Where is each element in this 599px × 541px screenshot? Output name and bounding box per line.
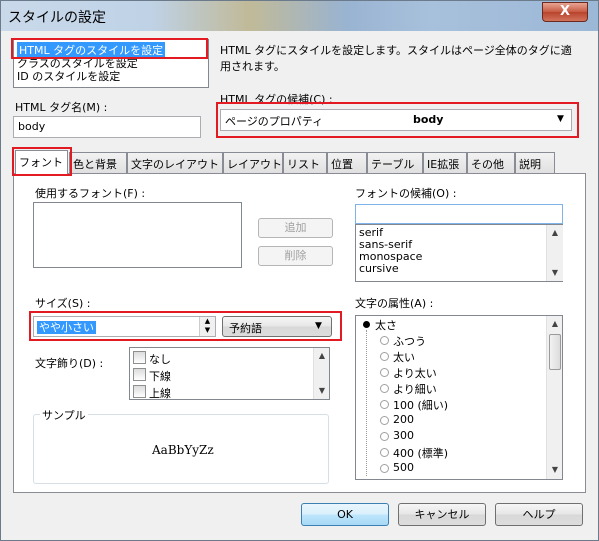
tab-font[interactable]: フォント bbox=[15, 150, 68, 174]
size-value: やや小さい bbox=[37, 321, 96, 334]
attribute-item[interactable]: 200 bbox=[393, 413, 414, 426]
size-label: サイズ(S) : bbox=[35, 297, 91, 310]
font-candidates-label: フォントの候補(O) : bbox=[355, 187, 457, 200]
radio-icon[interactable] bbox=[380, 352, 389, 361]
sample-text: AaBbYyZz bbox=[152, 443, 214, 457]
add-font-button[interactable]: 追加 bbox=[258, 218, 333, 238]
scroll-down-icon[interactable]: ▼ bbox=[314, 383, 329, 399]
font-candidate-item[interactable]: cursive bbox=[359, 262, 399, 275]
used-font-label: 使用するフォント(F) : bbox=[35, 187, 146, 200]
font-candidates-scrollbar[interactable]: ▲ ▼ bbox=[546, 225, 563, 281]
radio-icon[interactable] bbox=[380, 336, 389, 345]
decoration-checkbox[interactable] bbox=[133, 385, 146, 398]
size-spinner[interactable]: ▲ ▼ bbox=[199, 317, 215, 336]
scroll-up-icon[interactable]: ▲ bbox=[547, 225, 563, 241]
attribute-item[interactable]: 太い bbox=[393, 349, 415, 365]
decoration-checkbox[interactable] bbox=[133, 351, 146, 364]
scroll-down-icon[interactable]: ▼ bbox=[547, 265, 563, 281]
tag-candidates-dropdown[interactable]: ページのプロパティ body ▼ bbox=[220, 109, 572, 131]
tab-layout[interactable]: レイアウト bbox=[223, 152, 283, 173]
radio-icon[interactable] bbox=[380, 368, 389, 377]
tag-candidates-value-right: body bbox=[413, 113, 444, 126]
decoration-list[interactable]: なし 下線 上線 ▲ ▼ bbox=[129, 347, 330, 400]
sample-label: サンプル bbox=[40, 407, 88, 423]
attribute-item[interactable]: 300 bbox=[393, 429, 414, 442]
scroll-up-icon[interactable]: ▲ bbox=[314, 348, 329, 364]
radio-icon[interactable] bbox=[380, 464, 389, 473]
description-text: HTML タグにスタイルを設定します。スタイルはページ全体のタグに適用されます。 bbox=[220, 44, 572, 73]
used-font-list[interactable] bbox=[33, 202, 242, 268]
sample-group: サンプル AaBbYyZz bbox=[33, 407, 329, 484]
tab-list[interactable]: リスト bbox=[283, 152, 327, 173]
bullet-icon bbox=[363, 321, 370, 328]
ok-button[interactable]: OK bbox=[301, 503, 389, 526]
style-target-list[interactable]: HTML タグのスタイルを設定 クラスのスタイルを設定 ID のスタイルを設定 bbox=[13, 39, 209, 88]
tab-ie-extension[interactable]: IE拡張 bbox=[423, 152, 467, 173]
radio-icon[interactable] bbox=[380, 384, 389, 393]
tab-other[interactable]: その他 bbox=[467, 152, 515, 173]
decoration-item: 上線 bbox=[149, 387, 171, 400]
font-candidate-input[interactable] bbox=[355, 204, 563, 224]
decoration-checkbox[interactable] bbox=[133, 368, 146, 381]
title-bar-decoration bbox=[151, 1, 431, 31]
size-unit-value: 予約語 bbox=[229, 322, 262, 335]
attribute-item[interactable]: ふつう bbox=[393, 333, 426, 349]
decoration-item: 下線 bbox=[149, 370, 171, 383]
chevron-down-icon: ▼ bbox=[557, 114, 564, 124]
scroll-up-icon[interactable]: ▲ bbox=[547, 316, 562, 332]
attributes-tree[interactable]: 太さ ふつう 太い より太い より細い 100 (細い) 200 300 400… bbox=[355, 315, 563, 480]
size-input[interactable]: やや小さい bbox=[33, 316, 216, 337]
font-candidates-list[interactable]: serif sans-serif monospace cursive ▲ ▼ bbox=[355, 224, 563, 282]
attribute-item[interactable]: 100 (細い) bbox=[393, 397, 448, 413]
title-bar: スタイルの設定 X bbox=[1, 1, 598, 31]
window-title: スタイルの設定 bbox=[8, 10, 106, 26]
attribute-item[interactable]: 500 bbox=[393, 461, 414, 474]
attribute-root[interactable]: 太さ bbox=[375, 317, 397, 333]
radio-icon[interactable] bbox=[380, 448, 389, 457]
spin-up-icon[interactable]: ▲ bbox=[200, 317, 215, 326]
decoration-item: なし bbox=[149, 353, 171, 366]
font-tab-panel: 使用するフォント(F) : 追加 削除 フォントの候補(O) : serif s… bbox=[13, 173, 586, 493]
radio-icon[interactable] bbox=[380, 432, 389, 441]
decoration-label: 文字飾り(D) : bbox=[35, 357, 104, 370]
attribute-item[interactable]: より太い bbox=[393, 365, 437, 381]
scroll-thumb[interactable] bbox=[549, 334, 561, 370]
tree-line bbox=[366, 330, 367, 476]
tag-candidates-value-left: ページのプロパティ bbox=[225, 115, 324, 128]
attribute-item[interactable]: より細い bbox=[393, 381, 437, 397]
tag-candidates-label: HTML タグの候補(C) : bbox=[220, 93, 333, 106]
decoration-scrollbar[interactable]: ▲ ▼ bbox=[313, 348, 329, 399]
tab-table[interactable]: テーブル bbox=[367, 152, 423, 173]
radio-icon[interactable] bbox=[380, 400, 389, 409]
radio-icon[interactable] bbox=[380, 416, 389, 425]
close-button[interactable]: X bbox=[542, 2, 588, 22]
cancel-button[interactable]: キャンセル bbox=[398, 503, 486, 526]
tab-color-background[interactable]: 色と背景 bbox=[69, 152, 127, 173]
tab-position[interactable]: 位置 bbox=[327, 152, 367, 173]
chevron-down-icon: ▼ bbox=[315, 321, 322, 331]
style-settings-dialog: スタイルの設定 X HTML タグのスタイルを設定 クラスのスタイルを設定 ID… bbox=[0, 0, 599, 541]
tag-name-field[interactable]: body bbox=[13, 116, 201, 138]
help-button[interactable]: ヘルプ bbox=[495, 503, 583, 526]
size-unit-dropdown[interactable]: 予約語 ▼ bbox=[222, 316, 332, 337]
tab-explanation[interactable]: 説明 bbox=[515, 152, 555, 173]
scroll-down-icon[interactable]: ▼ bbox=[547, 462, 562, 478]
delete-font-button[interactable]: 削除 bbox=[258, 246, 333, 266]
spin-down-icon[interactable]: ▼ bbox=[200, 326, 215, 335]
attributes-label: 文字の属性(A) : bbox=[355, 297, 434, 310]
attributes-scrollbar[interactable]: ▲ ▼ bbox=[546, 316, 562, 479]
style-target-id[interactable]: ID のスタイルを設定 bbox=[17, 68, 120, 84]
tag-name-label: HTML タグ名(M) : bbox=[15, 101, 108, 114]
attribute-item[interactable]: 400 (標準) bbox=[393, 445, 448, 461]
tab-text-layout[interactable]: 文字のレイアウト bbox=[127, 152, 223, 173]
